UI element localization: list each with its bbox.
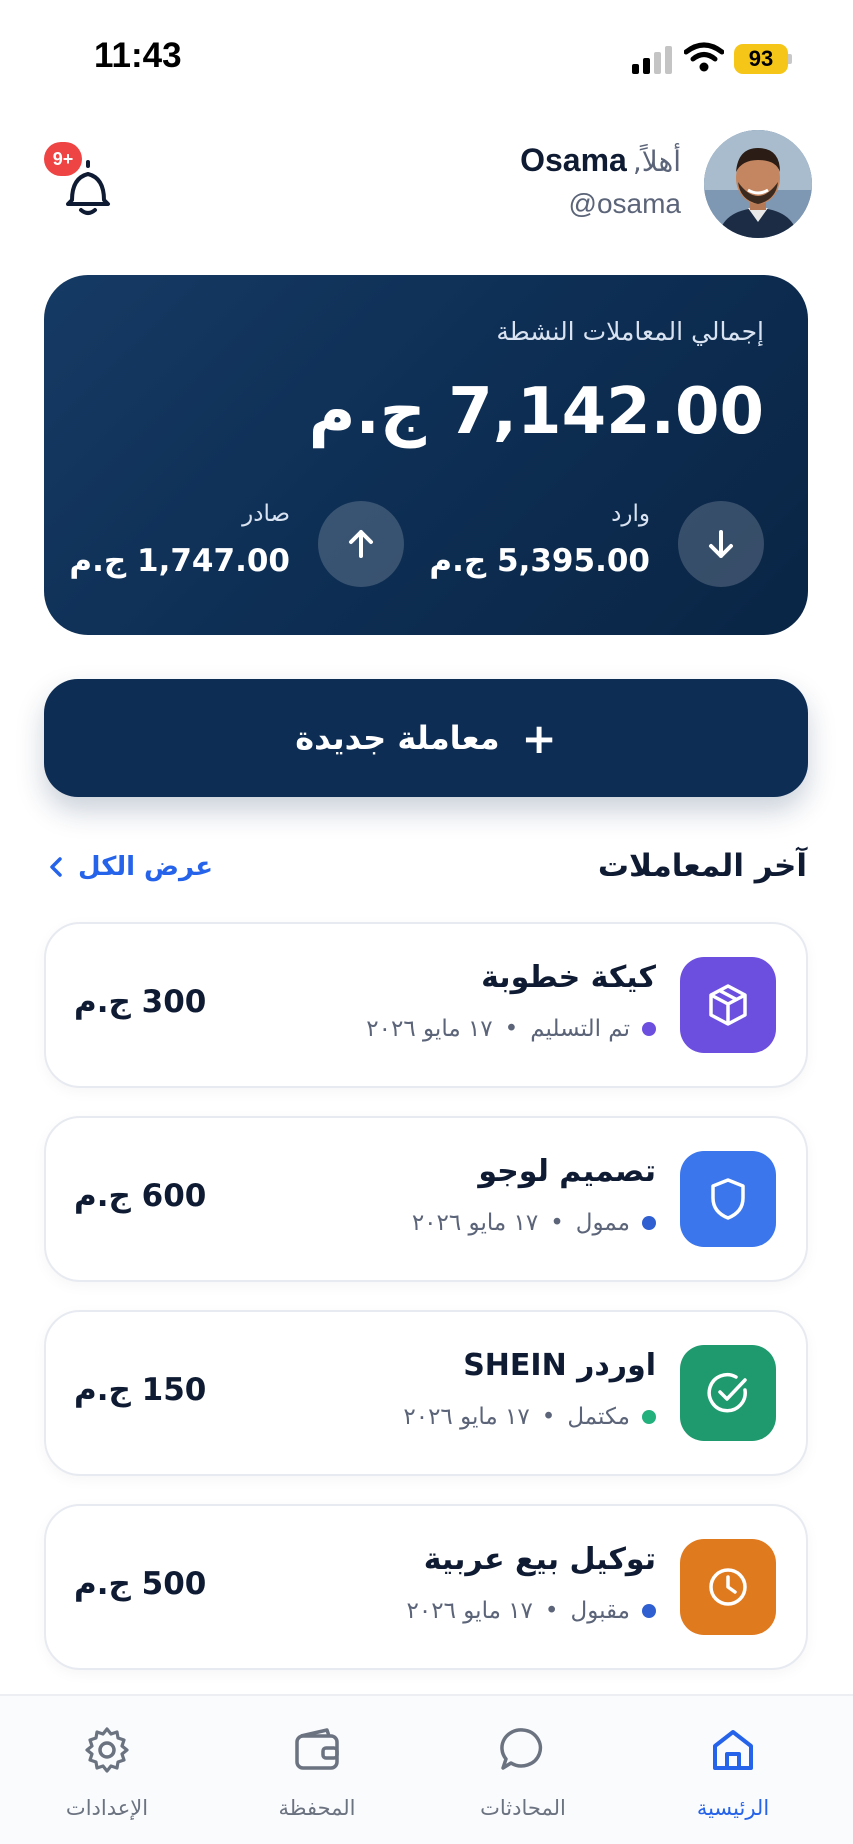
meta-separator: • [504,1016,519,1042]
meta-separator: • [544,1598,559,1624]
status-dot [642,1604,656,1618]
nav-home[interactable]: الرئيسية [643,1696,823,1844]
transaction-card[interactable]: توكيل بيع عربية مقبول • ١٧ مايو ٢٠٢٦ 500… [44,1504,808,1670]
user-handle: @osama [568,188,681,219]
incoming-value: 5,395.00 ج.م [429,543,650,579]
avatar-photo [704,130,812,238]
greeting: أهلاً, Osama [520,142,681,179]
clock-icon [709,1568,747,1606]
transaction-meta: مقبول • ١٧ مايو ٢٠٢٦ [407,1598,656,1624]
transaction-meta: ممول • ١٧ مايو ٢٠٢٦ [412,1210,656,1236]
nav-wallet[interactable]: المحفظة [227,1696,407,1844]
transaction-status: مقبول [570,1598,631,1624]
transaction-card[interactable]: اوردر SHEIN مكتمل • ١٧ مايو ٢٠٢٦ 150 ج.م [44,1310,808,1476]
cellular-signal-icon [632,46,672,74]
transaction-meta: تم التسليم • ١٧ مايو ٢٠٢٦ [366,1016,656,1042]
bottom-nav: الرئيسية المحادثات المحفظة الإعدادات [0,1694,853,1844]
see-all-label: عرض الكل [78,852,213,882]
nav-settings-label: الإعدادات [65,1796,149,1820]
outgoing-label: صادر [242,501,290,527]
wifi-icon [684,42,724,72]
transaction-title: تصميم لوجو [478,1154,656,1189]
shield-icon [711,1178,745,1220]
incoming-circle [678,501,764,587]
transaction-icon-box [680,1345,776,1441]
battery-indicator: 93 [734,44,792,74]
balance-card: إجمالي المعاملات النشطة 7,142.00 ج.م وار… [44,275,808,635]
see-all-link[interactable]: عرض الكل [48,852,213,882]
transaction-date: ١٧ مايو ٢٠٢٦ [411,1210,539,1236]
transaction-icon-box [680,1151,776,1247]
transaction-title: اوردر SHEIN [463,1348,656,1383]
outgoing-circle [318,501,404,587]
chevron-left-icon [50,857,62,877]
greeting-hello: أهلاً, [632,145,681,178]
transaction-status: تم التسليم [530,1016,630,1042]
transaction-meta: مكتمل • ١٧ مايو ٢٠٢٦ [403,1404,656,1430]
transaction-card[interactable]: تصميم لوجو ممول • ١٧ مايو ٢٠٢٦ 600 ج.م [44,1116,808,1282]
wallet-icon [295,1728,339,1770]
status-dot [642,1410,656,1424]
transaction-amount: 300 ج.م [74,984,207,1020]
box-icon [709,984,747,1026]
recent-transactions-title: آخر المعاملات [597,848,807,884]
meta-separator: • [550,1210,564,1236]
user-name: Osama [520,142,627,178]
outgoing-value: 1,747.00 ج.م [69,543,290,579]
gear-icon [85,1727,129,1773]
transaction-amount: 500 ج.م [74,1566,207,1602]
plus-icon: + [521,713,557,763]
meta-separator: • [541,1404,556,1430]
chat-bubble-icon [500,1728,543,1770]
battery-tip [788,54,792,64]
battery-level: 93 [734,44,788,74]
balance-label: إجمالي المعاملات النشطة [496,317,764,346]
incoming-stat: وارد 5,395.00 ج.م [374,501,764,591]
transaction-title: كيكة خطوبة [481,960,656,995]
outgoing-stat: صادر 1,747.00 ج.م [69,501,404,591]
transaction-status: مكتمل [567,1404,630,1430]
transaction-card[interactable]: كيكة خطوبة تم التسليم • ١٧ مايو ٢٠٢٦ 300… [44,922,808,1088]
check-circle-icon [707,1372,747,1413]
status-dot [642,1216,656,1230]
transaction-amount: 600 ج.م [74,1178,207,1214]
transaction-icon-box [680,1539,776,1635]
transaction-icon-box [680,957,776,1053]
transaction-date: ١٧ مايو ٢٠٢٦ [366,1016,493,1042]
status-time: 11:43 [94,36,182,75]
new-transaction-button[interactable]: + معاملة جديدة [44,679,808,797]
nav-settings[interactable]: الإعدادات [17,1696,197,1844]
arrow-down-icon [709,530,733,558]
transaction-amount: 150 ج.م [74,1372,207,1408]
incoming-label: وارد [611,501,650,527]
nav-home-label: الرئيسية [696,1796,770,1820]
nav-chats-label: المحادثات [480,1796,566,1820]
nav-chats[interactable]: المحادثات [433,1696,613,1844]
arrow-up-icon [349,530,373,558]
status-bar: 11:43 93 [0,0,853,120]
new-transaction-label: معاملة جديدة [295,719,500,757]
transaction-date: ١٧ مايو ٢٠٢٦ [403,1404,530,1430]
notification-badge: 9+ [44,142,82,176]
home-icon [713,1730,753,1770]
balance-total: 7,142.00 ج.م [308,375,764,449]
transaction-status: ممول [575,1210,630,1236]
avatar[interactable] [704,130,812,238]
status-dot [642,1022,656,1036]
nav-wallet-label: المحفظة [278,1796,356,1820]
transaction-date: ١٧ مايو ٢٠٢٦ [406,1598,533,1624]
transaction-title: توكيل بيع عربية [423,1542,656,1577]
